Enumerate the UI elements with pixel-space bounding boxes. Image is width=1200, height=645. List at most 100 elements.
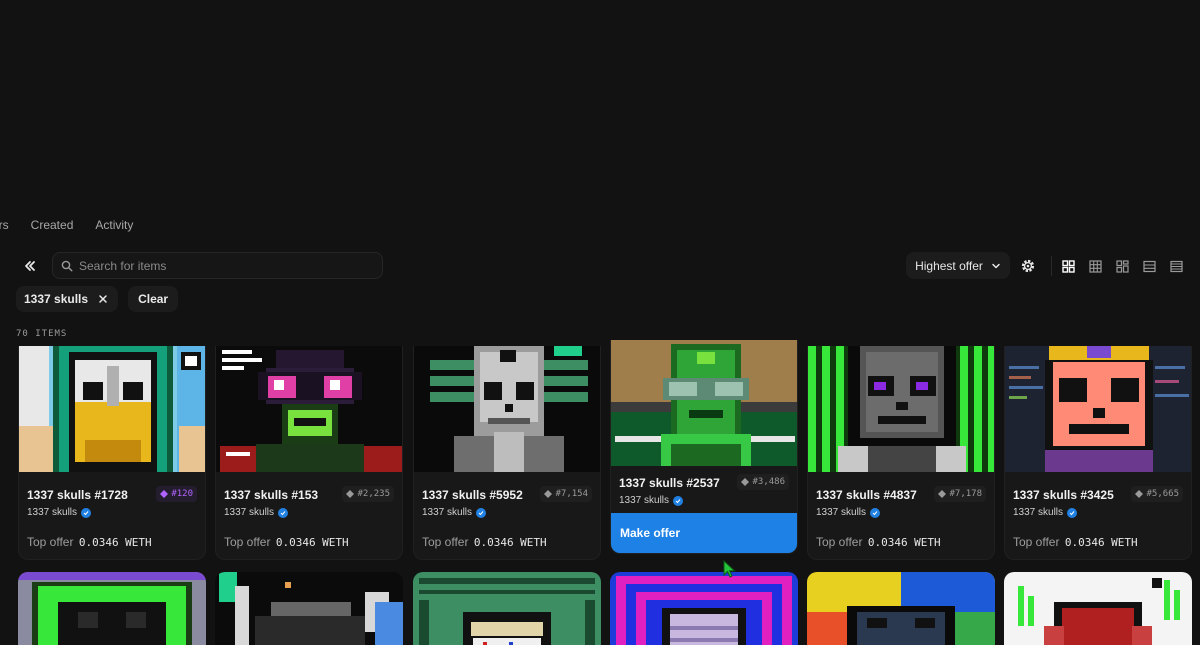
top-offer-price: 0.0346 WETH [275,536,349,549]
toolbar: Highest offer [16,252,1186,280]
top-offer: Top offer 0.0346 WETH [816,535,941,549]
toolbar-divider [1051,256,1052,276]
item-title[interactable]: 1337 skulls #153 [224,488,318,502]
diamond-icon [741,478,750,486]
diamond-icon [160,490,169,498]
verified-badge-icon [81,507,92,518]
large-grid-icon [1062,259,1075,273]
view-table-button[interactable] [1167,254,1186,278]
diamond-icon [544,490,553,498]
item-card[interactable] [610,572,798,645]
rarity-rank: #7,154 [555,489,588,499]
rarity-rank-badge: #5,665 [1131,486,1183,502]
item-card[interactable]: 1337 skulls #4837 #7,178 1337 skulls Top… [807,346,995,560]
item-card-hovered[interactable]: 1337 skulls #2537 #3,486 1337 skulls Mak… [610,340,798,554]
clear-label: Clear [138,292,169,306]
collapse-filters-button[interactable] [16,252,44,280]
nft-image [18,572,206,645]
mouse-cursor-icon [723,560,736,578]
rarity-rank: #2,235 [357,489,390,499]
rarity-rank-badge: #7,154 [540,486,592,502]
item-card[interactable] [1004,572,1192,645]
list-icon [1143,260,1156,272]
diamond-icon [938,490,947,498]
rarity-rank: #7,178 [949,489,982,499]
collection-name[interactable]: 1337 skulls [816,507,881,518]
collection-name[interactable]: 1337 skulls [27,507,92,518]
tab-activity[interactable]: Activity [95,216,133,236]
nft-image [611,340,797,466]
top-offer-label: Top offer [1013,535,1060,549]
item-card[interactable] [215,572,403,645]
view-masonry-button[interactable] [1113,254,1132,278]
collection-label: 1337 skulls [27,507,78,518]
item-card[interactable]: 1337 skulls #1728 #120 1337 skulls Top o… [18,346,206,560]
nft-image [413,572,601,645]
sort-label: Highest offer [915,258,983,273]
sort-dropdown[interactable]: Highest offer [906,252,1010,279]
verified-badge-icon [673,495,684,506]
profile-tabs: ers Created Activity [0,216,155,236]
collection-name[interactable]: 1337 skulls [619,495,684,506]
make-offer-button[interactable]: Make offer [611,513,797,553]
tab-offers[interactable]: ers [0,216,9,236]
item-card[interactable] [413,572,601,645]
view-small-grid-button[interactable] [1086,254,1105,278]
active-filters: 1337 skulls Clear [16,286,179,312]
top-offer-label: Top offer [27,535,74,549]
small-grid-icon [1089,259,1102,273]
table-icon [1170,260,1183,272]
verified-badge-icon [278,507,289,518]
top-offer-price: 0.0346 WETH [867,536,941,549]
item-title[interactable]: 1337 skulls #3425 [1013,488,1114,502]
item-title[interactable]: 1337 skulls #1728 [27,488,128,502]
item-title[interactable]: 1337 skulls #4837 [816,488,917,502]
nft-image [807,572,995,645]
collection-name[interactable]: 1337 skulls [422,507,487,518]
filter-chip-label: 1337 skulls [24,292,89,306]
view-toggle-group [1059,254,1186,278]
double-chevron-left-icon [25,261,35,271]
collection-label: 1337 skulls [1013,507,1064,518]
top-offer-price: 0.0346 WETH [1064,536,1138,549]
view-large-grid-button[interactable] [1059,254,1078,278]
rarity-rank: #5,665 [1146,489,1179,499]
diamond-icon [346,490,355,498]
rarity-rank: #120 [171,489,193,499]
collection-name[interactable]: 1337 skulls [1013,507,1078,518]
collection-name[interactable]: 1337 skulls [224,507,289,518]
rarity-rank-badge: #7,178 [934,486,986,502]
verified-badge-icon [1067,507,1078,518]
top-offer: Top offer 0.0346 WETH [1013,535,1138,549]
nft-image [414,346,600,472]
collection-label: 1337 skulls [224,507,275,518]
top-offer-price: 0.0346 WETH [78,536,152,549]
search-input[interactable] [79,258,359,273]
item-title[interactable]: 1337 skulls #5952 [422,488,523,502]
nft-image [808,346,994,472]
item-card[interactable] [18,572,206,645]
close-icon[interactable] [98,294,108,304]
item-card[interactable] [807,572,995,645]
item-card[interactable]: 1337 skulls #153 #2,235 1337 skulls Top … [215,346,403,560]
clear-filters-button[interactable]: Clear [128,286,179,312]
search-box[interactable] [52,252,383,279]
item-title[interactable]: 1337 skulls #2537 [619,476,720,490]
item-card[interactable]: 1337 skulls #5952 #7,154 1337 skulls Top… [413,346,601,560]
collection-label: 1337 skulls [816,507,867,518]
rarity-rank-badge: #2,235 [342,486,394,502]
collection-label: 1337 skulls [619,495,670,506]
filter-chip-collection[interactable]: 1337 skulls [16,286,119,312]
nft-image [19,346,205,472]
settings-button[interactable] [1016,254,1040,278]
view-list-button[interactable] [1140,254,1159,278]
top-offer-label: Top offer [224,535,271,549]
item-card[interactable]: 1337 skulls #3425 #5,665 1337 skulls Top… [1004,346,1192,560]
top-offer-label: Top offer [816,535,863,549]
top-offer: Top offer 0.0346 WETH [224,535,349,549]
item-count: 70 ITEMS [16,329,68,339]
masonry-grid-icon [1116,259,1129,273]
tab-created[interactable]: Created [31,216,74,236]
diamond-icon [1135,490,1144,498]
collection-label: 1337 skulls [422,507,473,518]
